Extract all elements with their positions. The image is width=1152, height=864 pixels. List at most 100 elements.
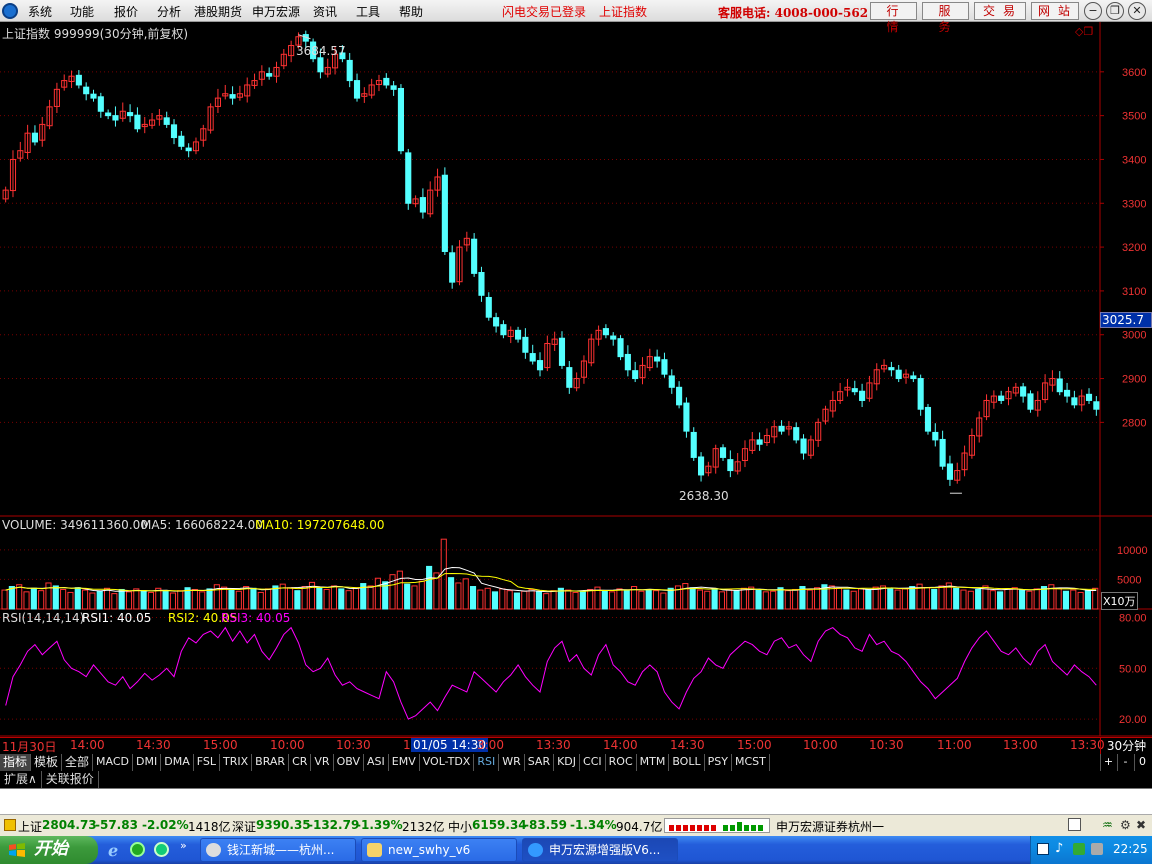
price-axis-label: 3400 [1122, 154, 1146, 166]
volume-bar [587, 588, 594, 610]
tab-boll[interactable]: BOLL [669, 754, 705, 771]
quicklaunch-more-icon[interactable]: » [180, 839, 187, 852]
tab-expand[interactable]: 扩展∧ [0, 771, 42, 788]
menu-hk-futures[interactable]: 港股期货 [194, 3, 242, 20]
chart-expand-icon[interactable]: ◇❐ [1075, 25, 1093, 38]
menu-quotes[interactable]: 报价 [114, 3, 138, 20]
volume-icon[interactable]: ♪ [1055, 841, 1063, 856]
price-axis-label: 3500 [1122, 111, 1146, 123]
time-tick: 11月30日 [2, 740, 57, 754]
candle-body [134, 114, 141, 130]
tab-indicator[interactable]: 指标 [0, 754, 32, 771]
tab-cr[interactable]: CR [289, 754, 312, 771]
volume-bar [16, 584, 23, 610]
browser-icon[interactable] [130, 842, 145, 857]
tab-vr[interactable]: VR [311, 754, 334, 771]
tray-app-icon[interactable] [1073, 843, 1085, 855]
volume-bar [235, 590, 242, 610]
tab-psy[interactable]: PSY [705, 754, 732, 771]
time-tick: 10:30 [869, 738, 904, 752]
tab-related-quotes[interactable]: 关联报价 [42, 771, 99, 788]
candle-body [478, 272, 485, 296]
tab-trix[interactable]: TRIX [220, 754, 253, 771]
indicator-count-button[interactable]: 0 [1134, 754, 1150, 771]
candle-body [617, 338, 624, 358]
volume-bar [30, 587, 37, 610]
network-icon[interactable] [1037, 843, 1049, 855]
candle-body [163, 117, 170, 125]
start-button[interactable]: 开始 [0, 836, 98, 864]
add-indicator-button[interactable]: + [1100, 754, 1116, 771]
menu-help[interactable]: 帮助 [399, 3, 423, 20]
window-icon[interactable] [1068, 818, 1081, 831]
candle-body [419, 197, 426, 213]
menu-function[interactable]: 功能 [70, 3, 94, 20]
keyboard-icon[interactable] [1091, 843, 1103, 855]
tab-asi[interactable]: ASI [364, 754, 389, 771]
minimize-icon[interactable]: − [1084, 2, 1102, 20]
tab-roc[interactable]: ROC [606, 754, 637, 771]
close-panel-icon[interactable]: ✖ [1136, 818, 1146, 832]
task-browser[interactable]: 钱江新城——杭州... [200, 838, 356, 862]
volume-bar [997, 591, 1004, 610]
signal-icon[interactable]: ♒ [1102, 818, 1113, 832]
volume-bar [426, 565, 433, 610]
tab-obv[interactable]: OBV [334, 754, 364, 771]
settings-icon[interactable]: ⚙ [1120, 818, 1131, 832]
website-button[interactable]: 网站 [1031, 2, 1079, 20]
tab-brar[interactable]: BRAR [252, 754, 290, 771]
volume-bar [857, 588, 865, 610]
task-folder[interactable]: new_swhy_v6 [361, 838, 517, 862]
menu-tools[interactable]: 工具 [356, 3, 380, 20]
menu-broker[interactable]: 申万宏源 [252, 3, 300, 20]
remove-indicator-button[interactable]: - [1117, 754, 1133, 771]
volume-bar [814, 587, 821, 610]
menu-system[interactable]: 系统 [28, 3, 52, 20]
ie-icon[interactable]: ℯ [108, 841, 118, 860]
sh-index-amount: 1418亿 [188, 820, 231, 834]
trade-button[interactable]: 交易 [974, 2, 1026, 20]
volume-bar [828, 585, 835, 610]
lock-icon[interactable] [4, 819, 16, 831]
volume-bar [82, 589, 89, 610]
volume-bar [1018, 589, 1026, 610]
candle-body [266, 73, 273, 77]
sz-index-value: 9390.35 [256, 818, 311, 832]
quotes-button[interactable]: 行情 [870, 2, 917, 34]
tab-rsi[interactable]: RSI [474, 754, 500, 771]
volume-bar [60, 588, 67, 610]
tab-kdj[interactable]: KDJ [554, 754, 581, 771]
tab-macd[interactable]: MACD [93, 754, 134, 771]
tab-dma[interactable]: DMA [161, 754, 194, 771]
candle-body [229, 94, 236, 99]
clock[interactable]: 22:25 [1113, 842, 1148, 856]
candle-body [185, 147, 192, 152]
tab-dmi[interactable]: DMI [133, 754, 162, 771]
volume-bar [1084, 590, 1091, 610]
restore-icon[interactable]: ❐ [1106, 2, 1124, 20]
price-axis-label: 2900 [1122, 374, 1146, 386]
menu-analysis[interactable]: 分析 [157, 3, 181, 20]
tab-mtm[interactable]: MTM [637, 754, 670, 771]
close-icon[interactable]: ✕ [1128, 2, 1146, 20]
tab-cci[interactable]: CCI [580, 754, 606, 771]
candle-body [558, 337, 566, 366]
volume-bar [272, 585, 279, 610]
app-logo-icon[interactable] [2, 3, 18, 19]
tab-vol-tdx[interactable]: VOL-TDX [420, 754, 475, 771]
menu-news[interactable]: 资讯 [313, 3, 337, 20]
volume-bar [967, 590, 974, 610]
service-button[interactable]: 服务 [922, 2, 969, 34]
tab-sar[interactable]: SAR [525, 754, 555, 771]
tab-fsl[interactable]: FSL [194, 754, 220, 771]
tab-emv[interactable]: EMV [389, 754, 420, 771]
tab-template[interactable]: 模板 [31, 754, 63, 771]
tab-wr[interactable]: WR [499, 754, 525, 771]
volume-bar [696, 589, 704, 610]
quicklaunch-icon[interactable] [154, 842, 169, 857]
period-selector[interactable]: 30分钟 [1100, 737, 1152, 754]
tab-mcst[interactable]: MCST [732, 754, 770, 771]
tab-all[interactable]: 全部 [62, 754, 94, 771]
chart-area[interactable]: 3600 3500 3400 3300 3200 3100 3000 2900 2800 1000… [0, 22, 1152, 740]
task-trading-app[interactable]: 申万宏源增强版V6... [522, 838, 678, 862]
